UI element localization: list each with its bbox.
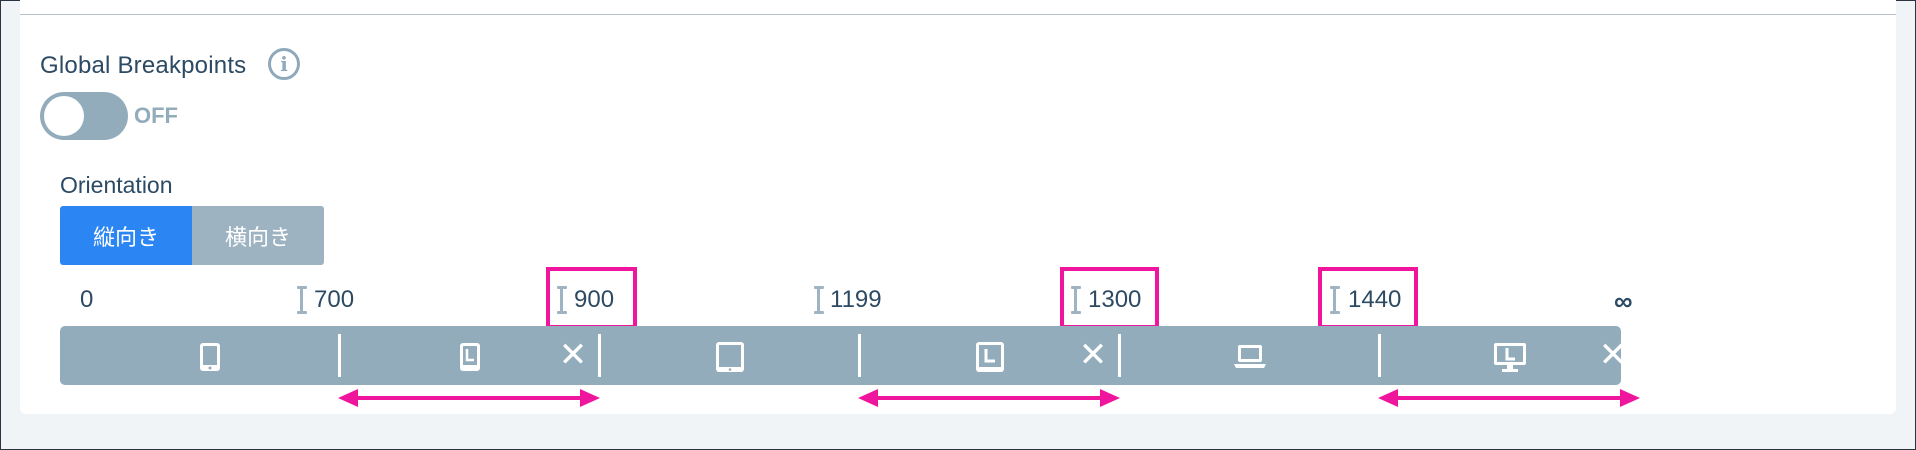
- phone-portrait-icon: [200, 343, 220, 371]
- remove-breakpoint-icon[interactable]: ✕: [1077, 338, 1109, 372]
- orientation-landscape-button[interactable]: 横向き: [192, 206, 324, 265]
- scale-end-label: ∞: [1614, 286, 1633, 316]
- segment-divider[interactable]: [598, 334, 601, 377]
- range-arrow-icon: [858, 389, 1120, 407]
- highlight-box-900: [546, 267, 637, 329]
- breakpoint-value-700[interactable]: 700: [314, 286, 354, 314]
- orientation-title: Orientation: [60, 172, 173, 198]
- segment-divider[interactable]: [338, 334, 341, 377]
- segment-divider[interactable]: [858, 334, 861, 377]
- phone-landscape-icon: [460, 343, 480, 371]
- segment-divider[interactable]: [1118, 334, 1121, 377]
- range-arrow-icon: [1378, 389, 1640, 407]
- tablet-portrait-icon: [716, 342, 744, 372]
- info-icon[interactable]: i: [268, 48, 300, 80]
- scale-start-label: 0: [80, 286, 94, 313]
- tablet-landscape-icon: [976, 342, 1004, 372]
- breakpoint-value-1199[interactable]: 1199: [830, 286, 882, 314]
- highlight-box-1300: [1060, 267, 1159, 329]
- desktop-landscape-icon: [1494, 343, 1526, 372]
- range-arrow-icon: [338, 389, 600, 407]
- panel-divider: [20, 14, 1896, 15]
- breakpoint-bar: [60, 326, 1621, 385]
- remove-breakpoint-icon[interactable]: ✕: [1597, 338, 1629, 372]
- remove-breakpoint-icon[interactable]: ✕: [557, 338, 589, 372]
- highlight-box-1440: [1318, 267, 1418, 329]
- breakpoint-handle-icon[interactable]: [297, 286, 307, 314]
- orientation-portrait-button[interactable]: 縦向き: [60, 206, 192, 265]
- toggle-knob: [44, 96, 84, 136]
- segment-divider[interactable]: [1378, 334, 1381, 377]
- breakpoint-handle-icon[interactable]: [814, 286, 824, 314]
- global-breakpoints-title: Global Breakpoints: [40, 52, 247, 79]
- toggle-state-label: OFF: [134, 103, 178, 128]
- laptop-icon: [1234, 345, 1266, 368]
- global-breakpoints-toggle[interactable]: [40, 92, 128, 140]
